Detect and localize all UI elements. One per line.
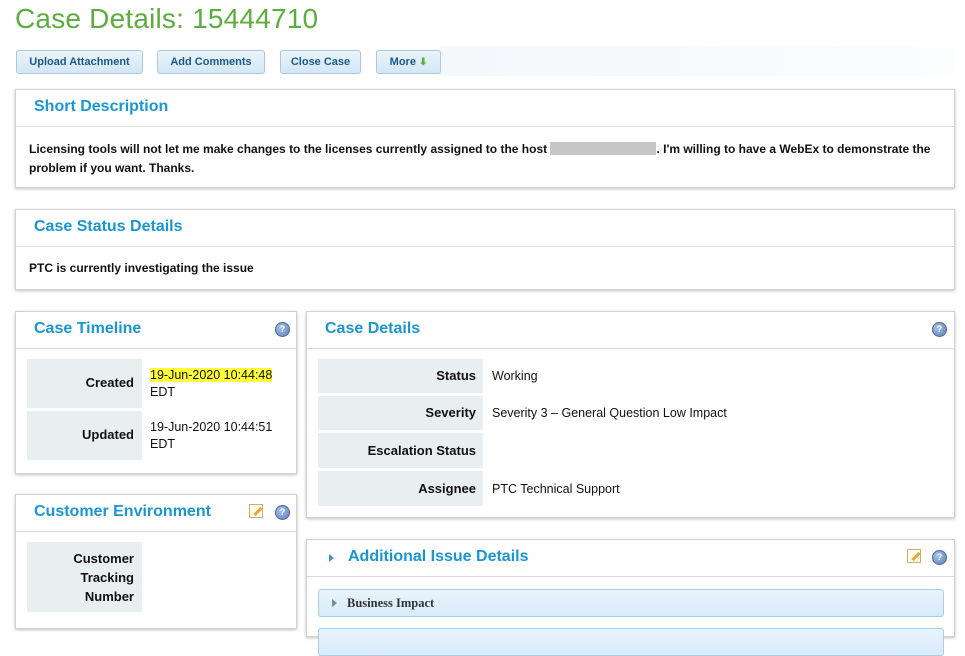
case-status-text: PTC is currently investigating the issue [29, 261, 254, 275]
description-part-1: Licensing tools will not let me make cha… [29, 142, 548, 156]
created-timezone: EDT [150, 385, 175, 399]
expand-arrow-icon[interactable] [329, 554, 334, 562]
updated-label: Updated [27, 411, 142, 460]
panel-title: Customer Environment [34, 503, 211, 520]
panel-title: Case Status Details [34, 218, 183, 235]
status-value: Working [492, 369, 538, 383]
more-label: More [389, 56, 416, 68]
next-accordion-row[interactable] [318, 628, 944, 656]
business-impact-label: Business Impact [347, 596, 435, 610]
close-case-button[interactable]: Close Case [280, 50, 361, 74]
page-title: Case Details: 15444710 [15, 3, 319, 34]
help-icon[interactable]: ? [275, 322, 290, 337]
help-icon[interactable]: ? [275, 505, 290, 520]
updated-timezone: EDT [150, 437, 175, 451]
help-icon[interactable]: ? [932, 322, 947, 337]
panel-title[interactable]: Additional Issue Details [348, 548, 528, 566]
edit-icon[interactable] [907, 549, 921, 563]
description-part-2: . I'm willing to have a WebEx to demonst… [656, 142, 931, 156]
assignee-label: Assignee [318, 471, 483, 506]
tracking-label-line-3: Number [84, 589, 134, 604]
created-timestamp: 19-Jun-2020 10:44:48 [150, 368, 273, 382]
panel-title: Case Timeline [34, 320, 142, 337]
severity-label: Severity [318, 396, 483, 430]
short-description-panel: Short Description Licensing tools will n… [15, 89, 955, 188]
case-timeline-panel: Case Timeline ? Created 19-Jun-2020 10:4… [15, 311, 297, 474]
case-status-panel: Case Status Details PTC is currently inv… [15, 209, 955, 290]
help-icon[interactable]: ? [932, 550, 947, 565]
updated-timestamp: 19-Jun-2020 10:44:51 [150, 420, 273, 434]
more-button[interactable]: More ⬇ [376, 50, 441, 74]
updated-value: 19-Jun-2020 10:44:51 EDT [150, 419, 272, 453]
tracking-label-line-2: Tracking [80, 570, 134, 585]
case-details-panel: Case Details ? Status Working Severity S… [306, 311, 955, 518]
upload-attachment-button[interactable]: Upload Attachment [16, 50, 143, 74]
panel-title: Case Details [325, 320, 421, 337]
redacted-block [550, 142, 657, 155]
panel-header: Case Status Details [16, 210, 954, 247]
description-part-3: problem if you want. Thanks. [29, 161, 195, 175]
additional-issue-details-panel: Additional Issue Details ? Business Impa… [306, 539, 955, 656]
panel-header: Customer Environment ? [16, 495, 296, 532]
created-label: Created [27, 359, 142, 408]
edit-icon[interactable] [249, 504, 263, 518]
panel-header: Case Details ? [307, 312, 954, 349]
tracking-label-line-1: Customer [73, 551, 134, 566]
short-description-text: Licensing tools will not let me make cha… [29, 140, 944, 178]
panel-header: Short Description [16, 90, 954, 127]
arrow-down-icon: ⬇ [418, 56, 428, 68]
business-impact-accordion[interactable]: Business Impact [318, 589, 944, 617]
assignee-value: PTC Technical Support [492, 482, 620, 496]
toolbar-background [440, 46, 955, 76]
customer-environment-panel: Customer Environment ? Customer Tracking… [15, 494, 297, 629]
severity-value: Severity 3 – General Question Low Impact [492, 406, 727, 420]
escalation-status-label: Escalation Status [318, 433, 483, 468]
panel-header[interactable]: Additional Issue Details ? [307, 540, 954, 577]
customer-tracking-number-label: Customer Tracking Number [27, 542, 142, 612]
created-value: 19-Jun-2020 10:44:48 EDT [150, 367, 273, 401]
expand-arrow-icon [332, 599, 337, 607]
panel-title: Short Description [34, 98, 169, 115]
panel-header: Case Timeline ? [16, 312, 296, 349]
status-label: Status [318, 359, 483, 393]
add-comments-button[interactable]: Add Comments [157, 50, 265, 74]
